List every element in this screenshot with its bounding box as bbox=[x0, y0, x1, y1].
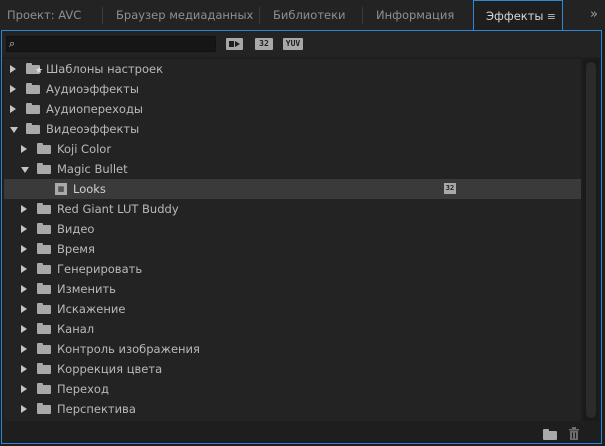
folder-icon bbox=[37, 303, 51, 314]
folder-icon bbox=[37, 203, 51, 214]
tab-effects-label: Эффекты bbox=[486, 9, 544, 23]
tree-row-label: Коррекция цвета bbox=[57, 362, 163, 376]
disclosure-collapsed-icon[interactable] bbox=[21, 145, 27, 153]
folder-icon bbox=[37, 383, 51, 394]
tab-libraries[interactable]: Библиотеки bbox=[273, 0, 346, 30]
new-bin-icon[interactable] bbox=[543, 429, 557, 440]
tree-row-label: Koji Color bbox=[57, 142, 112, 156]
tree-row-label: Перспектива bbox=[57, 402, 136, 416]
disclosure-collapsed-icon[interactable] bbox=[21, 345, 27, 353]
disclosure-collapsed-icon[interactable] bbox=[21, 385, 27, 393]
tree-row[interactable]: Переход bbox=[4, 379, 581, 399]
disclosure-collapsed-icon[interactable] bbox=[21, 305, 27, 313]
folder-icon bbox=[37, 223, 51, 234]
tab-separator bbox=[259, 7, 260, 24]
effects-panel: ⌕ 32 YUV ★ Шаблоны настроек Аудиоэффекты Ау… bbox=[1, 30, 602, 444]
disclosure-expanded-icon[interactable] bbox=[21, 167, 29, 173]
tree-row[interactable]: Koji Color bbox=[4, 139, 581, 159]
folder-icon bbox=[37, 163, 51, 174]
vertical-scrollbar[interactable] bbox=[583, 59, 599, 421]
tab-media-browser[interactable]: Браузер медиаданных bbox=[116, 0, 253, 30]
tab-separator bbox=[362, 7, 363, 24]
tree-row[interactable]: Аудиоэффекты bbox=[4, 79, 581, 99]
tree-row-label: Время bbox=[57, 242, 95, 256]
tree-row-label: Looks bbox=[73, 182, 106, 196]
tree-row[interactable]: Видеоэффекты bbox=[4, 119, 581, 139]
tree-row-label: Генерировать bbox=[57, 262, 143, 276]
effect-icon: ▦ bbox=[55, 183, 67, 195]
tree-row[interactable]: Перспектива bbox=[4, 399, 581, 419]
search-toolbar: ⌕ 32 YUV bbox=[2, 31, 601, 57]
folder-icon bbox=[37, 263, 51, 274]
folder-icon bbox=[37, 403, 51, 414]
disclosure-collapsed-icon[interactable] bbox=[21, 325, 27, 333]
trash-icon[interactable] bbox=[568, 427, 580, 440]
disclosure-collapsed-icon[interactable] bbox=[21, 365, 27, 373]
preset-folder-icon: ★ bbox=[26, 63, 43, 76]
disclosure-collapsed-icon[interactable] bbox=[21, 265, 27, 273]
disclosure-collapsed-icon[interactable] bbox=[10, 65, 16, 73]
search-icon: ⌕ bbox=[9, 37, 16, 50]
disclosure-expanded-icon[interactable] bbox=[10, 127, 18, 133]
panel-tab-bar: Проект: AVC Браузер медиаданных Библиоте… bbox=[0, 0, 605, 31]
panel-footer bbox=[2, 423, 601, 443]
tree-row[interactable]: Red Giant LUT Buddy bbox=[4, 199, 581, 219]
panel-menu-icon[interactable]: ≡ bbox=[547, 1, 556, 32]
tree-row[interactable]: ★ Шаблоны настроек bbox=[4, 59, 581, 79]
yuv-filter-badge[interactable]: YUV bbox=[283, 38, 303, 50]
tree-row[interactable]: Изменить bbox=[4, 279, 581, 299]
tab-info[interactable]: Информация bbox=[376, 0, 454, 30]
tree-row[interactable]: Magic Bullet bbox=[4, 159, 581, 179]
folder-icon bbox=[26, 123, 40, 134]
tree-row-label: Шаблоны настроек bbox=[46, 62, 164, 76]
tree-row-label: Изменить bbox=[57, 282, 116, 296]
tree-row[interactable]: Канал bbox=[4, 319, 581, 339]
tree-row[interactable]: Искажение bbox=[4, 299, 581, 319]
tree-row-label: Видеоэффекты bbox=[46, 122, 140, 136]
accelerated-effects-filter-icon[interactable] bbox=[226, 38, 243, 50]
tree-row-label: Аудиопереходы bbox=[46, 102, 143, 116]
tree-row[interactable]: Аудиопереходы bbox=[4, 99, 581, 119]
disclosure-collapsed-icon[interactable] bbox=[21, 225, 27, 233]
tree-row[interactable]: Видео bbox=[4, 219, 581, 239]
disclosure-collapsed-icon[interactable] bbox=[21, 285, 27, 293]
disclosure-collapsed-icon[interactable] bbox=[21, 205, 27, 213]
tree-row[interactable]: Коррекция цвета bbox=[4, 359, 581, 379]
32bit-badge: 32 bbox=[444, 183, 456, 194]
tab-project[interactable]: Проект: AVC bbox=[7, 0, 81, 30]
effects-tree: ★ Шаблоны настроек Аудиоэффекты Аудиоперехо… bbox=[4, 59, 581, 421]
folder-icon bbox=[26, 103, 40, 114]
32bit-filter-badge[interactable]: 32 bbox=[255, 38, 273, 50]
tree-row-label: Канал bbox=[57, 322, 95, 336]
tree-row[interactable]: Контроль изображения bbox=[4, 339, 581, 359]
tab-effects[interactable]: Эффекты ≡ bbox=[473, 0, 563, 30]
folder-icon bbox=[37, 363, 51, 374]
folder-icon bbox=[37, 323, 51, 334]
search-input[interactable]: ⌕ bbox=[6, 36, 216, 52]
folder-icon bbox=[37, 283, 51, 294]
tree-row-label: Видео bbox=[57, 222, 95, 236]
disclosure-collapsed-icon[interactable] bbox=[10, 85, 16, 93]
folder-icon bbox=[37, 243, 51, 254]
tree-row-label: Аудиоэффекты bbox=[46, 82, 139, 96]
tree-row-label: Red Giant LUT Buddy bbox=[57, 202, 179, 216]
tree-row-label: Контроль изображения bbox=[57, 342, 200, 356]
folder-icon bbox=[37, 343, 51, 354]
tab-separator bbox=[102, 7, 103, 24]
disclosure-collapsed-icon[interactable] bbox=[21, 405, 27, 413]
overflow-tabs-icon[interactable]: » bbox=[590, 0, 598, 30]
scrollbar-thumb[interactable] bbox=[586, 62, 596, 418]
tree-row[interactable]: Время bbox=[4, 239, 581, 259]
folder-icon bbox=[37, 143, 51, 154]
tree-row-label: Переход bbox=[57, 382, 109, 396]
disclosure-collapsed-icon[interactable] bbox=[21, 245, 27, 253]
tree-row[interactable]: Генерировать bbox=[4, 259, 581, 279]
tree-row[interactable]: ▦ Looks 32 bbox=[4, 179, 581, 199]
folder-icon bbox=[26, 83, 40, 94]
disclosure-collapsed-icon[interactable] bbox=[10, 105, 16, 113]
tree-row-label: Magic Bullet bbox=[57, 162, 128, 176]
tree-row-label: Искажение bbox=[57, 302, 126, 316]
